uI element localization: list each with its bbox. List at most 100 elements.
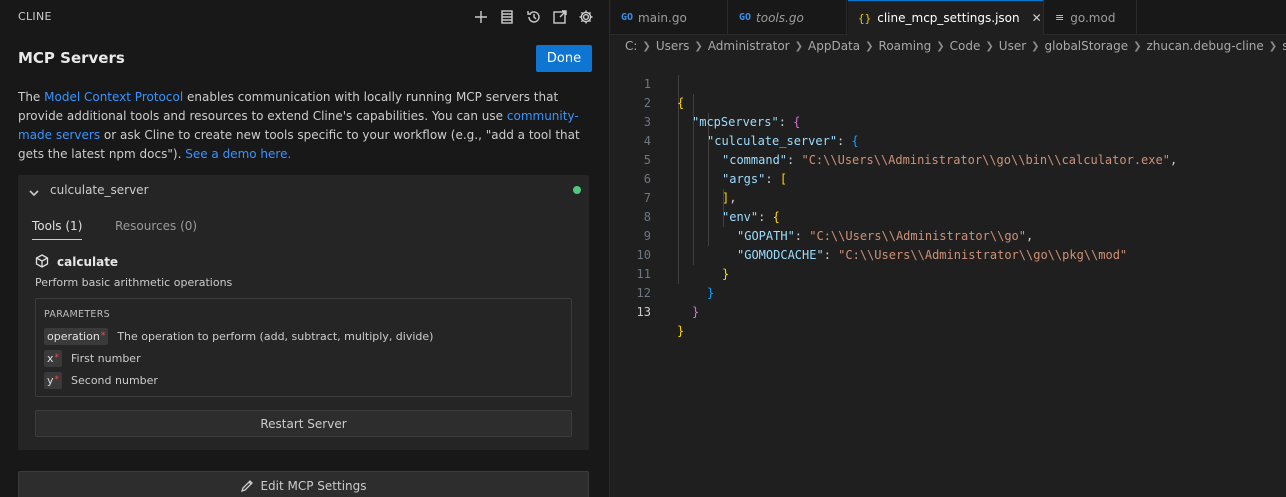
breadcrumb-separator: ❯ (694, 40, 703, 52)
mod-icon: ≡ (1055, 11, 1065, 24)
line-content: } (692, 303, 699, 322)
tab-active-underline (32, 239, 82, 240)
breadcrumb-item[interactable]: Roaming (879, 39, 932, 53)
panel-titlebar: CLINE (0, 0, 609, 34)
tab-label: tools.go (756, 10, 804, 25)
breadcrumb-item[interactable]: Users (656, 39, 690, 53)
breadcrumb: C: ❯ Users ❯ Administrator ❯ AppData ❯ Roami… (625, 38, 1286, 54)
go-icon: GO (739, 12, 752, 23)
close-icon[interactable]: ✕ (1032, 11, 1042, 25)
tool-name: calculate (57, 255, 119, 269)
token: } (692, 305, 700, 319)
code-line: 2 "mcpServers": { (611, 75, 1286, 129)
editor-tabbar: GO main.go GO tools.go {} cline_mcp_setting… (611, 0, 1286, 35)
breadcrumb-item[interactable]: C: (625, 39, 637, 53)
list-icon[interactable] (498, 8, 516, 26)
tab-label: cline_mcp_settings.json (877, 11, 1020, 25)
param-name: y* (44, 371, 63, 389)
gear-icon[interactable] (577, 8, 595, 26)
breadcrumb-item[interactable]: User (999, 39, 1026, 53)
required-marker: * (54, 374, 60, 385)
line-number: 13 (636, 305, 651, 319)
breadcrumb-separator: ❯ (1133, 40, 1142, 52)
server-header[interactable]: culculate_server (18, 175, 589, 205)
breadcrumb-item[interactable]: globalStorage (1045, 39, 1129, 53)
param-name-text: x (47, 351, 54, 365)
parameters-box: PARAMETERS operation* The operation to p… (35, 298, 572, 397)
edit-mcp-settings-label: Edit MCP Settings (260, 479, 367, 493)
demo-link[interactable]: See a demo here. (185, 147, 291, 161)
tab-resources[interactable]: Resources (0) (115, 219, 197, 233)
popout-icon[interactable] (551, 8, 569, 26)
code-line: 12 } (611, 265, 1286, 319)
tab-main-go[interactable]: GO main.go (611, 0, 728, 35)
param-row: operation* The operation to perform (add… (44, 327, 433, 345)
tool-description: Perform basic arithmetic operations (35, 276, 233, 289)
cube-icon (35, 253, 49, 268)
cline-panel: CLINE MCP Servers Done The Model Context… (0, 0, 610, 497)
desc-text-3: or ask Cline to create new tools specifi… (18, 128, 580, 161)
server-name: culculate_server (50, 183, 149, 197)
line-content: } (677, 322, 684, 341)
desc-text-1: The (18, 90, 45, 104)
breadcrumb-separator: ❯ (865, 40, 874, 52)
breadcrumb-separator: ❯ (985, 40, 994, 52)
breadcrumb-item[interactable]: Administrator (708, 39, 790, 53)
tab-label: main.go (638, 10, 687, 25)
plus-icon[interactable] (472, 8, 490, 26)
restart-server-button[interactable]: Restart Server (35, 410, 572, 437)
param-name-text: operation (47, 329, 100, 343)
parameters-title: PARAMETERS (44, 309, 110, 320)
tab-tools-go[interactable]: GO tools.go (729, 0, 847, 35)
code-line: 8 "GOPATH": "C:\\Users\\Administrator\\g… (611, 189, 1286, 243)
editor-area: GO main.go GO tools.go {} cline_mcp_setting… (611, 0, 1286, 497)
code-line: 13 } (611, 284, 1286, 338)
param-description: The operation to perform (add, subtract,… (117, 329, 434, 343)
tab-go-mod[interactable]: ≡ go.mod (1045, 0, 1137, 35)
breadcrumb-separator: ❯ (794, 40, 804, 52)
page-title: MCP Servers (18, 49, 125, 67)
code-line: 4 "command": "C:\\Users\\Administrator\\… (611, 113, 1286, 167)
json-icon: {} (858, 11, 872, 25)
status-indicator (573, 186, 581, 194)
edit-mcp-settings-button[interactable]: Edit MCP Settings (18, 471, 589, 497)
param-description: Second number (71, 373, 158, 387)
breadcrumb-item[interactable]: AppData (808, 39, 860, 53)
description-text: The Model Context Protocol enables commu… (18, 88, 592, 164)
tab-cline-mcp-settings-json[interactable]: {} cline_mcp_settings.json ✕ (848, 0, 1044, 35)
param-name-text: y (47, 373, 54, 387)
mcp-link[interactable]: Model Context Protocol (44, 90, 183, 104)
code-line: 5 "args": [ (611, 132, 1286, 186)
server-card: culculate_server Tools (1) Resources (0)… (18, 175, 589, 450)
breadcrumb-item[interactable]: settings (1282, 39, 1286, 53)
history-icon[interactable] (525, 8, 543, 26)
breadcrumb-item[interactable]: zhucan.debug-cline (1146, 39, 1263, 53)
param-row: x* First number (44, 349, 141, 367)
panel-title: CLINE (18, 10, 52, 23)
code-line: 7 "env": { (611, 170, 1286, 224)
done-button[interactable]: Done (536, 45, 592, 72)
go-icon: GO (621, 12, 634, 23)
token: } (677, 324, 685, 338)
code-line: 3 "culculate_server": { (611, 94, 1286, 148)
param-name: operation* (44, 327, 109, 345)
required-marker: * (54, 352, 60, 363)
breadcrumb-separator: ❯ (1031, 40, 1040, 52)
pencil-icon (241, 480, 254, 493)
code-line: 9 "GOMODCACHE": "C:\\Users\\Administrato… (611, 208, 1286, 262)
tab-tools[interactable]: Tools (1) (32, 219, 82, 233)
breadcrumb-separator: ❯ (1268, 40, 1278, 52)
breadcrumb-separator: ❯ (936, 40, 945, 52)
param-row: y* Second number (44, 371, 158, 389)
code-line: 6 ], (611, 151, 1286, 205)
param-name: x* (44, 349, 63, 367)
breadcrumb-item[interactable]: Code (950, 39, 981, 53)
tab-label: go.mod (1070, 10, 1116, 25)
param-description: First number (71, 351, 141, 365)
code-line: 1 { (611, 56, 1286, 110)
required-marker: * (100, 330, 106, 341)
code-line: 10 } (611, 227, 1286, 281)
code-line: 11 } (611, 246, 1286, 300)
breadcrumb-separator: ❯ (642, 40, 651, 52)
chevron-down-icon[interactable] (28, 184, 40, 197)
